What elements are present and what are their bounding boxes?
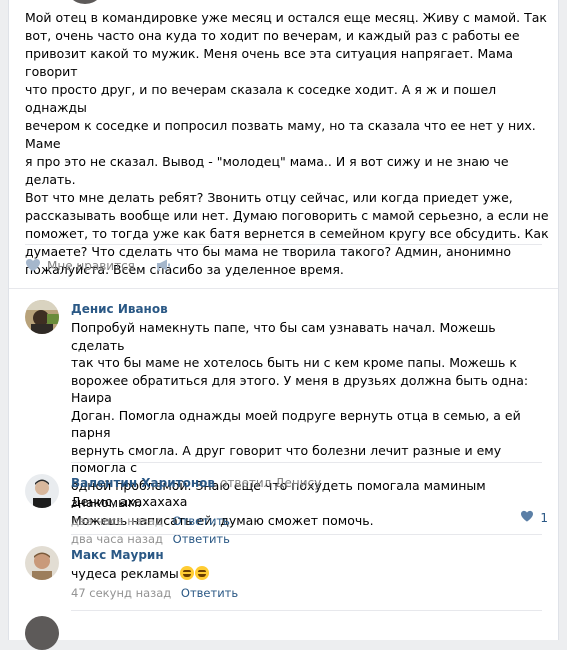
comment-text: Денис, ахахахаха <box>71 494 188 509</box>
heart-icon <box>25 258 41 275</box>
grinning-emoji-icon <box>194 566 209 580</box>
share-button[interactable] <box>155 258 171 275</box>
comment-author[interactable]: Денис Иванов <box>71 302 168 316</box>
reply-button[interactable]: Ответить <box>173 514 230 528</box>
divider <box>71 610 542 611</box>
heart-icon <box>520 510 534 525</box>
avatar[interactable] <box>25 616 59 650</box>
like-button[interactable]: Мне нравится <box>25 258 135 275</box>
comment-text: чудеса рекламы <box>71 566 179 581</box>
grinning-emoji-icon <box>179 566 194 580</box>
avatar[interactable] <box>25 474 59 508</box>
comment: Валентин Харитонов ответил Денису Денис,… <box>25 472 550 532</box>
like-label: Мне нравится <box>47 259 135 273</box>
post-author-avatar[interactable] <box>65 0 105 4</box>
comment-author[interactable]: Валентин Харитонов <box>71 476 215 490</box>
divider <box>71 462 542 463</box>
comment: Макс Маурин чудеса рекламы 47 секунд наз… <box>25 544 550 604</box>
comment-text-line: чудеса рекламы <box>71 565 550 583</box>
divider <box>9 288 558 289</box>
comment-time[interactable]: 47 секунд назад <box>71 586 171 600</box>
comment-like-button[interactable]: 1 <box>520 510 548 525</box>
comment-time[interactable]: два часа назад <box>71 514 163 528</box>
post-actions: Мне нравится <box>25 257 171 275</box>
like-count: 1 <box>540 510 548 525</box>
reply-to-label[interactable]: ответил Денису <box>220 476 321 490</box>
comment-meta: два часа назад Ответить <box>71 514 550 528</box>
divider <box>71 534 542 535</box>
avatar[interactable] <box>25 546 59 580</box>
reply-button[interactable]: Ответить <box>181 586 238 600</box>
divider <box>25 244 542 245</box>
comment-author[interactable]: Макс Маурин <box>71 548 164 562</box>
comment: Денис Иванов Попробуй намекнуть папе, чт… <box>25 298 550 546</box>
comment-meta: 47 секунд назад Ответить <box>71 586 550 600</box>
avatar[interactable] <box>25 300 59 334</box>
post-card: Мой отец в командировке уже месяц и оста… <box>8 0 559 650</box>
megaphone-icon <box>155 258 171 275</box>
post-text: Мой отец в командировке уже месяц и оста… <box>25 10 549 277</box>
